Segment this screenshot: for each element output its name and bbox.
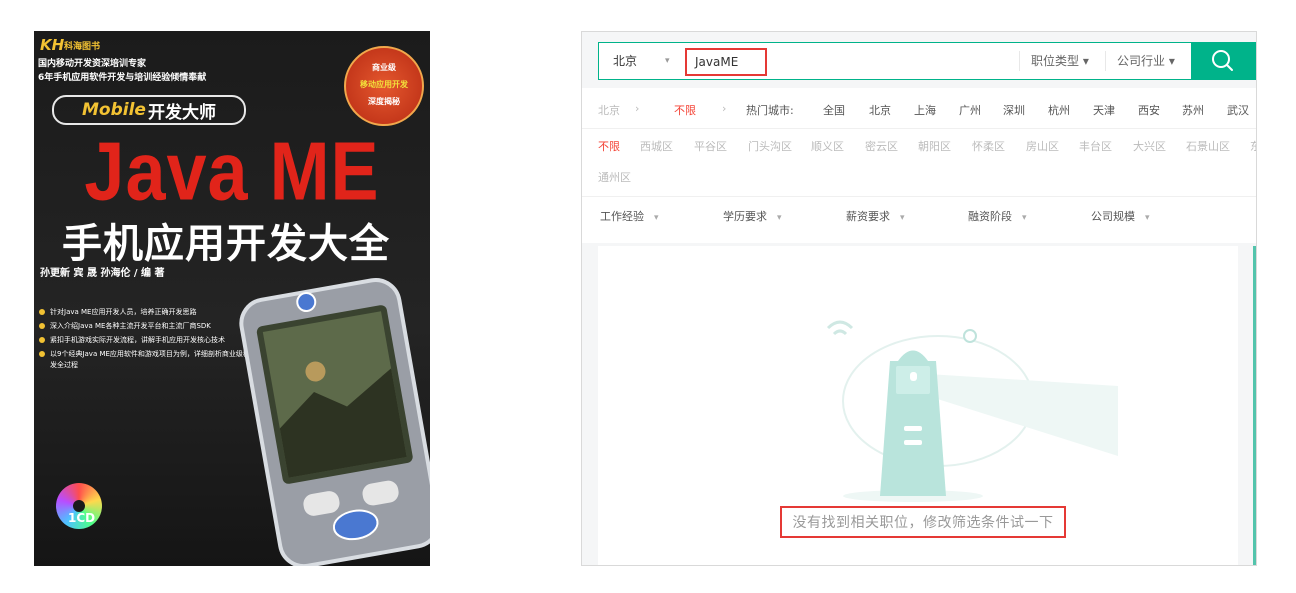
hot-cities-label: 热门城市: [746, 104, 794, 117]
district-item[interactable]: 石景山区 [1186, 138, 1230, 154]
book-title: Java ME [84, 126, 380, 218]
district-item[interactable]: 通州区 [598, 169, 631, 185]
series-label-en: Mobile [82, 100, 146, 120]
district-item[interactable]: 不限 [598, 138, 620, 154]
hot-city-item[interactable]: 上海 [914, 102, 936, 118]
chevron-right-icon: › [722, 102, 727, 115]
district-item[interactable]: 大兴区 [1133, 138, 1166, 154]
chevron-down-icon[interactable]: ▾ [665, 43, 670, 79]
row-divider [582, 196, 1256, 197]
lighthouse-illustration [826, 320, 1118, 502]
cover-tagline: 国内移动开发资深培训专家 [38, 59, 147, 69]
hot-city-item[interactable]: 苏州 [1182, 102, 1204, 118]
hot-city-item[interactable]: 全国 [823, 102, 845, 118]
search-bar: 北京 ▾ JavaME 职位类型 ▾ 公司行业 ▾ [598, 42, 1256, 80]
cover-tagline-2: 6年手机应用软件开发与培训经验倾情奉献 [38, 73, 207, 83]
district-item[interactable]: 丰台区 [1079, 138, 1112, 154]
district-item[interactable]: 东 [1250, 138, 1256, 154]
filter-panel: 北京 › 不限 › 热门城市: 全国 北京 上海 广州 深圳 杭州 天津 西安 … [582, 88, 1256, 243]
funding-dropdown[interactable]: 融资阶段 [968, 208, 1027, 224]
district-any[interactable]: 不限 [674, 102, 696, 118]
district-item[interactable]: 密云区 [865, 138, 898, 154]
industry-filter[interactable]: 公司行业 ▾ [1117, 43, 1175, 79]
district-item[interactable]: 平谷区 [694, 138, 727, 154]
district-item[interactable]: 怀柔区 [972, 138, 1005, 154]
hot-city-item[interactable]: 武汉 [1227, 102, 1249, 118]
badge-line-1: 商业级 [372, 63, 396, 72]
job-search-page: 北京 ▾ JavaME 职位类型 ▾ 公司行业 ▾ 北京 › 不限 › 热门城市… [581, 31, 1257, 566]
education-dropdown[interactable]: 学历要求 [723, 208, 782, 224]
district-item[interactable]: 门头沟区 [748, 138, 792, 154]
job-type-filter[interactable]: 职位类型 ▾ [1031, 43, 1089, 79]
badge-line-2: 移动应用开发 [360, 80, 408, 89]
hot-city-item[interactable]: 北京 [869, 102, 891, 118]
hot-city-item[interactable]: 杭州 [1048, 102, 1070, 118]
book-authors: 孙更新 宾 晟 孙海伦 / 编 著 [40, 268, 165, 279]
district-item[interactable]: 房山区 [1026, 138, 1059, 154]
search-icon [1212, 50, 1233, 71]
empty-results-area: 没有找到相关职位，修改筛选条件试一下 [598, 246, 1238, 565]
series-label: Mobile 开发大师 [52, 95, 246, 125]
badge-line-3: 深度揭秘 [368, 97, 400, 106]
search-divider [1019, 51, 1020, 71]
cover-badge: 商业级 移动应用开发 深度揭秘 [344, 46, 424, 126]
hot-city-item[interactable]: 天津 [1093, 102, 1115, 118]
scroll-accent [1253, 246, 1256, 565]
city-select[interactable]: 北京 [613, 43, 637, 79]
district-item[interactable]: 西城区 [640, 138, 673, 154]
empty-message: 没有找到相关职位，修改筛选条件试一下 [792, 515, 1054, 531]
empty-message-box: 没有找到相关职位，修改筛选条件试一下 [780, 506, 1066, 538]
company-size-dropdown[interactable]: 公司规模 [1091, 208, 1150, 224]
chevron-right-icon: › [635, 102, 640, 115]
hot-city-item[interactable]: 深圳 [1003, 102, 1025, 118]
row-divider [582, 128, 1256, 129]
publisher-logo: KH [40, 36, 65, 54]
search-button[interactable] [1191, 42, 1256, 80]
book-subtitle: 手机应用开发大全 [62, 221, 390, 267]
search-input[interactable]: JavaME [685, 48, 767, 76]
district-item[interactable]: 朝阳区 [918, 138, 951, 154]
series-label-cn: 开发大师 [147, 102, 216, 123]
hot-city-item[interactable]: 西安 [1138, 102, 1160, 118]
district-item[interactable]: 顺义区 [811, 138, 844, 154]
search-divider [1105, 51, 1106, 71]
experience-dropdown[interactable]: 工作经验 [600, 208, 659, 224]
publisher-name: 科海图书 [64, 42, 101, 52]
salary-dropdown[interactable]: 薪资要求 [846, 208, 905, 224]
current-city-label[interactable]: 北京 [598, 102, 620, 118]
hot-city-item[interactable]: 广州 [959, 102, 981, 118]
cd-label: 1CD [68, 511, 96, 525]
phone-illustration [239, 278, 430, 566]
book-cover: KH 科海图书 国内移动开发资深培训专家 6年手机应用软件开发与培训经验倾情奉献… [34, 31, 430, 566]
